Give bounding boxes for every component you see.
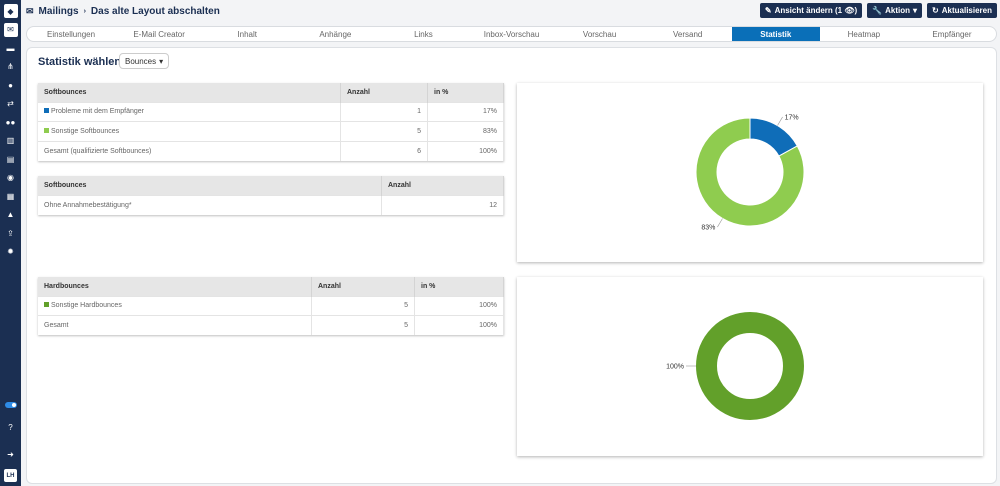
sidebar: ◆ ✉ ▬ ⋔ ● ⇄ ●● ▥ ▤ ◉ ▦ ▲ ⇪ ✹ ? ➜ LH xyxy=(0,0,21,486)
hardbounces-donut-chart: 100% xyxy=(517,277,983,456)
wrench-icon: 🔧 xyxy=(872,6,883,15)
tab-statistik[interactable]: Statistik xyxy=(731,27,820,41)
logo-icon[interactable]: ◆ xyxy=(3,4,18,18)
column-header: in % xyxy=(414,277,504,296)
legend-swatch xyxy=(44,302,49,308)
breadcrumb-separator: › xyxy=(83,7,86,15)
action-button[interactable]: 🔧 Aktion ▾ xyxy=(867,3,923,18)
list-icon[interactable]: ▤ xyxy=(4,152,18,166)
avatar[interactable]: LH xyxy=(4,469,17,482)
upload-icon[interactable]: ⇪ xyxy=(4,226,18,240)
column-header: Anzahl xyxy=(381,176,504,195)
gear-icon[interactable]: ✹ xyxy=(4,245,18,259)
column-header: Softbounces xyxy=(38,176,382,195)
edit-icon: ✎ xyxy=(764,6,772,15)
folder-icon[interactable]: ▬ xyxy=(4,41,18,55)
exchange-icon[interactable]: ⇄ xyxy=(4,97,18,111)
legend-swatch xyxy=(44,127,49,133)
tab-versand[interactable]: Versand xyxy=(644,27,732,41)
softbounces-table: Softbounces Anzahl in % Probleme mit dem E… xyxy=(38,83,504,161)
table-row: Sonstige Softbounces 5 83% xyxy=(38,121,504,141)
caret-down-icon: ▾ xyxy=(913,6,918,15)
data-label: 83% xyxy=(701,225,715,232)
user-icon[interactable]: ● xyxy=(4,78,18,92)
column-header: Softbounces xyxy=(38,83,341,102)
donut-slice[interactable] xyxy=(696,312,804,420)
softbounces-unconfirmed-table: Softbounces Anzahl Ohne Annahmebestätigun… xyxy=(38,176,504,215)
tab-heatmap[interactable]: Heatmap xyxy=(820,27,908,41)
change-view-button[interactable]: ✎ Ansicht ändern (1 👁) xyxy=(759,3,863,18)
tab-einstellungen[interactable]: Einstellungen xyxy=(27,27,115,41)
tab-links[interactable]: Links xyxy=(379,27,467,41)
statistics-title: Statistik wählen xyxy=(38,56,122,68)
breadcrumb: ✉ Mailings › Das alte Layout abschalten xyxy=(26,3,220,19)
tab-anh-nge[interactable]: Anhänge xyxy=(291,27,379,41)
users-icon[interactable]: ●● xyxy=(4,115,18,129)
tab-inbox-vorschau[interactable]: Inbox-Vorschau xyxy=(467,27,555,41)
refresh-icon: ↻ xyxy=(932,6,939,15)
statistic-select[interactable]: Bounces ▾ xyxy=(119,53,170,69)
mail-icon: ✉ xyxy=(26,5,34,16)
legend-swatch xyxy=(44,108,49,114)
softbounces-donut-chart: 17% 83% xyxy=(517,83,983,262)
data-label: 100% xyxy=(666,364,684,371)
tab-e-mail-creator[interactable]: E-Mail Creator xyxy=(115,27,203,41)
grid-icon[interactable]: ▦ xyxy=(4,189,18,203)
tab-inhalt[interactable]: Inhalt xyxy=(203,27,291,41)
label-leader-line xyxy=(777,116,783,126)
breadcrumb-section[interactable]: Mailings xyxy=(39,6,79,17)
column-header: Hardbounces xyxy=(38,277,312,296)
workflow-icon[interactable]: ⋔ xyxy=(4,60,18,74)
mail-icon[interactable]: ✉ xyxy=(3,22,18,37)
table-row: Sonstige Hardbounces 5 100% xyxy=(38,295,504,316)
hardbounces-table: Hardbounces Anzahl in % Sonstige Hardbounc… xyxy=(38,277,504,335)
column-header: Anzahl xyxy=(311,277,415,296)
data-label: 17% xyxy=(785,114,799,121)
logout-icon[interactable]: ➜ xyxy=(4,447,18,461)
table-row: Probleme mit dem Empfänger 1 17% xyxy=(38,101,504,122)
circle-icon[interactable]: ◉ xyxy=(4,171,18,185)
caret-down-icon: ▾ xyxy=(159,56,164,66)
column-header: in % xyxy=(427,83,504,102)
bell-icon[interactable]: ▲ xyxy=(4,208,18,222)
column-header: Anzahl xyxy=(340,83,428,102)
tab-bar: Einstellungen E-Mail Creator Inhalt Anhänge… xyxy=(26,26,997,42)
help-icon[interactable]: ? xyxy=(4,421,18,435)
tab-empf-nger[interactable]: Empfänger xyxy=(908,27,996,41)
table-row: Ohne Annahmebestätigung* 12 xyxy=(38,194,504,215)
theme-toggle[interactable] xyxy=(4,402,17,408)
chart-icon[interactable]: ▥ xyxy=(4,134,18,148)
table-row: Gesamt 5 100% xyxy=(38,315,504,335)
tab-vorschau[interactable]: Vorschau xyxy=(556,27,644,41)
label-leader-line xyxy=(717,218,723,228)
refresh-button[interactable]: ↻ Aktualisieren xyxy=(927,3,997,18)
table-row: Gesamt (qualifizierte Softbounces) 6 100% xyxy=(38,140,504,161)
page-title: Das alte Layout abschalten xyxy=(90,5,220,17)
